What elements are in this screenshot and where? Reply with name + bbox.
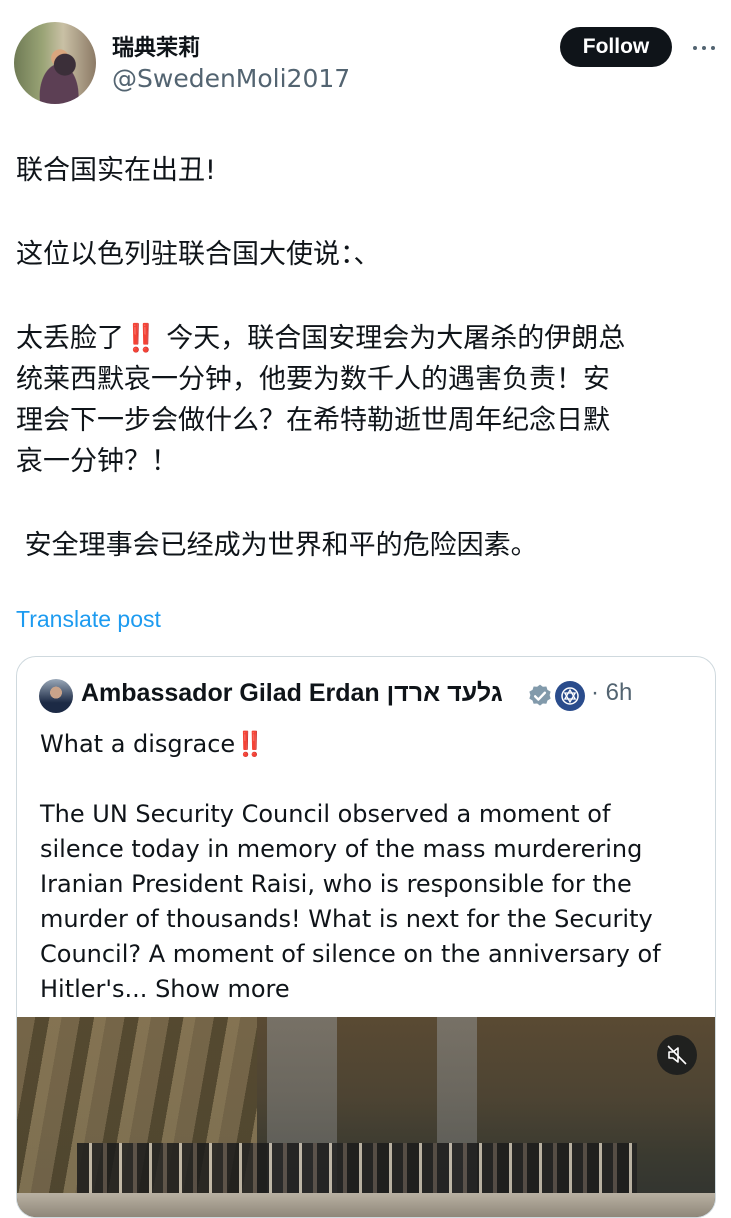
post-line: 太丢脸了‼️ 今天，联合国安理会为大屠杀的伊朗总: [16, 323, 626, 354]
quote-line-end: Hitler's...: [40, 975, 148, 1003]
post-text: 联合国实在出丑! 这位以色列驻联合国大使说：、 太丢脸了‼️ 今天，联合国安理会…: [16, 150, 716, 566]
israel-un-mission-icon: [555, 681, 585, 711]
author-handle[interactable]: @SwedenMoli2017: [112, 64, 350, 93]
post-line: 哀一分钟？！: [16, 446, 178, 477]
quoted-post-time[interactable]: · 6h: [591, 679, 632, 707]
post-line: 统莱西默哀一分钟，他要为数千人的遇害负责！安: [16, 364, 610, 395]
post-line: 这位以色列驻联合国大使说：、: [16, 239, 381, 270]
quote-line: Iranian President Raisi, who is responsi…: [40, 870, 632, 898]
post-header: 瑞典茉莉 @SwedenMoli2017 Follow: [0, 0, 731, 110]
quote-line: silence today in memory of the mass murd…: [40, 835, 643, 863]
video-muted-icon[interactable]: [657, 1035, 697, 1075]
quoted-author-name[interactable]: Ambassador Gilad Erdan גלעד ארדן: [81, 679, 503, 708]
quoted-post[interactable]: Ambassador Gilad Erdan גלעד ארדן · 6h Wh…: [16, 656, 716, 1218]
quote-line: The UN Security Council observed a momen…: [40, 800, 611, 828]
author-display-name[interactable]: 瑞典茉莉: [112, 30, 200, 62]
quote-line: murder of thousands! What is next for th…: [40, 905, 653, 933]
quoted-video[interactable]: [17, 1017, 715, 1217]
quoted-author-avatar[interactable]: [39, 679, 73, 713]
post-line: 理会下一步会做什么？在希特勒逝世周年纪念日默: [16, 405, 610, 436]
post-line: 联合国实在出丑!: [16, 155, 216, 186]
quote-line: What a disgrace‼️: [40, 730, 266, 758]
post-line: 安全理事会已经成为世界和平的危险因素。: [16, 530, 538, 561]
show-more-link[interactable]: Show more: [155, 975, 290, 1003]
translate-post-link[interactable]: Translate post: [16, 606, 161, 633]
quoted-post-text: What a disgrace‼️ The UN Security Counci…: [40, 727, 700, 1007]
more-icon[interactable]: [684, 28, 724, 68]
quote-line: Hitler's... Show more: [40, 972, 700, 1007]
follow-button[interactable]: Follow: [560, 27, 672, 67]
quote-line: Council? A moment of silence on the anni…: [40, 940, 661, 968]
author-avatar[interactable]: [14, 22, 96, 104]
verified-badge-icon: [529, 684, 551, 706]
council-table: [17, 1193, 715, 1217]
